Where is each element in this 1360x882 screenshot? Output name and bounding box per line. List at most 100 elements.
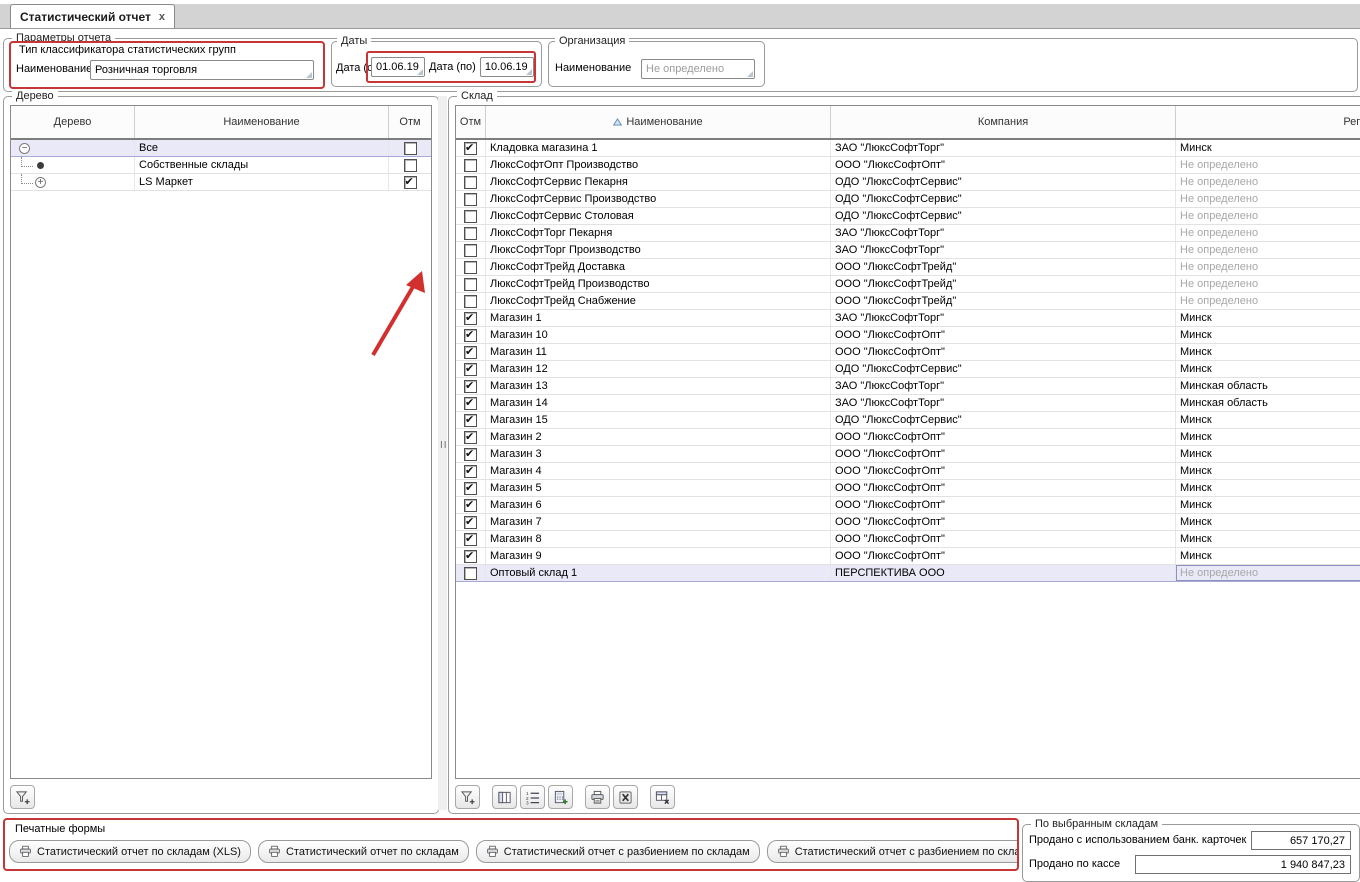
warehouse-name-cell: Магазин 9 bbox=[486, 548, 831, 564]
table-row[interactable]: Магазин 4 ООО "ЛюксСофтОпт" Минск bbox=[456, 463, 1360, 480]
warehouse-checkbox[interactable] bbox=[464, 499, 477, 512]
warehouse-checkbox[interactable] bbox=[464, 431, 477, 444]
warehouse-mark-cell bbox=[456, 242, 486, 258]
classifier-name-input[interactable] bbox=[90, 60, 314, 80]
tree-column-header-tree[interactable]: Дерево bbox=[11, 106, 135, 138]
tree-checkbox[interactable] bbox=[404, 159, 417, 172]
table-row[interactable]: ЛюксСофтСервис Столовая ОДО "ЛюксСофтСер… bbox=[456, 208, 1360, 225]
filter-add-icon[interactable] bbox=[455, 785, 480, 809]
warehouse-checkbox[interactable] bbox=[464, 380, 477, 393]
warehouse-checkbox[interactable] bbox=[464, 295, 477, 308]
calculator-add-icon[interactable] bbox=[548, 785, 573, 809]
panel-splitter[interactable]: II bbox=[438, 96, 447, 810]
table-row[interactable]: ЛюксСофтТрейд Производство ООО "ЛюксСофт… bbox=[456, 276, 1360, 293]
warehouse-region-cell: Минск bbox=[1176, 344, 1360, 360]
print-report-button[interactable]: Статистический отчет с разбиением по скл… bbox=[476, 840, 760, 863]
splitter-handle-icon[interactable]: II bbox=[440, 440, 448, 451]
tree-column-header-mark[interactable]: Отм bbox=[389, 106, 431, 138]
print-forms-buttons: Статистический отчет по складам (XLS) Ст… bbox=[9, 840, 1019, 863]
warehouse-checkbox[interactable] bbox=[464, 516, 477, 529]
warehouse-checkbox[interactable] bbox=[464, 329, 477, 342]
warehouse-column-header-mark[interactable]: Отм bbox=[456, 106, 486, 138]
warehouse-region-cell: Минск bbox=[1176, 310, 1360, 326]
table-row[interactable]: ЛюксСофтТрейд Снабжение ООО "ЛюксСофтТре… bbox=[456, 293, 1360, 310]
warehouse-column-header-name[interactable]: Наименование bbox=[486, 106, 831, 138]
bank-cards-sold-value[interactable] bbox=[1251, 831, 1351, 850]
warehouse-column-header-company[interactable]: Компания bbox=[831, 106, 1176, 138]
tree-row[interactable]: Собственные склады bbox=[11, 157, 431, 174]
warehouse-checkbox[interactable] bbox=[464, 142, 477, 155]
print-report-button[interactable]: Статистический отчет по складам bbox=[258, 840, 469, 863]
warehouse-checkbox[interactable] bbox=[464, 482, 477, 495]
warehouse-checkbox[interactable] bbox=[464, 193, 477, 206]
tab-statistical-report[interactable]: Статистический отчет x bbox=[10, 4, 175, 28]
table-row[interactable]: Магазин 10 ООО "ЛюксСофтОпт" Минск bbox=[456, 327, 1360, 344]
warehouse-checkbox[interactable] bbox=[464, 159, 477, 172]
table-row[interactable]: Магазин 2 ООО "ЛюксСофтОпт" Минск bbox=[456, 429, 1360, 446]
excel-export-icon[interactable] bbox=[613, 785, 638, 809]
warehouse-checkbox[interactable] bbox=[464, 363, 477, 376]
warehouse-checkbox[interactable] bbox=[464, 261, 477, 274]
table-row[interactable]: Кладовка магазина 1 ЗАО "ЛюксСофтТорг" М… bbox=[456, 140, 1360, 157]
print-report-button[interactable]: Статистический отчет с разбиением по скл… bbox=[767, 840, 1019, 863]
warehouse-checkbox[interactable] bbox=[464, 244, 477, 257]
table-row[interactable]: Магазин 12 ОДО "ЛюксСофтСервис" Минск bbox=[456, 361, 1360, 378]
warehouse-checkbox[interactable] bbox=[464, 448, 477, 461]
filter-add-icon[interactable] bbox=[10, 785, 35, 809]
tree-node-icon[interactable] bbox=[37, 162, 44, 169]
print-report-button[interactable]: Статистический отчет по складам (XLS) bbox=[9, 840, 251, 863]
tree-column-header-name[interactable]: Наименование bbox=[135, 106, 389, 138]
table-row[interactable]: Магазин 11 ООО "ЛюксСофтОпт" Минск bbox=[456, 344, 1360, 361]
date-to-input[interactable] bbox=[480, 57, 534, 77]
warehouse-column-header-region[interactable]: Регион bbox=[1176, 106, 1360, 138]
table-row[interactable]: ЛюксСофтСервис Производство ОДО "ЛюксСоф… bbox=[456, 191, 1360, 208]
tree-checkbox[interactable] bbox=[404, 142, 417, 155]
warehouse-checkbox[interactable] bbox=[464, 397, 477, 410]
warehouse-checkbox[interactable] bbox=[464, 227, 477, 240]
tree-row[interactable]: Все bbox=[11, 140, 431, 157]
cash-sold-value[interactable] bbox=[1135, 855, 1351, 874]
warehouse-checkbox[interactable] bbox=[464, 278, 477, 291]
table-row[interactable]: ЛюксСофтОпт Производство ООО "ЛюксСофтОп… bbox=[456, 157, 1360, 174]
column-chooser-icon[interactable] bbox=[492, 785, 517, 809]
warehouse-checkbox[interactable] bbox=[464, 465, 477, 478]
warehouse-checkbox[interactable] bbox=[464, 346, 477, 359]
table-row[interactable]: Магазин 5 ООО "ЛюксСофтОпт" Минск bbox=[456, 480, 1360, 497]
organization-name-input[interactable] bbox=[641, 59, 755, 79]
printer-icon[interactable] bbox=[585, 785, 610, 809]
warehouse-company-cell: ООО "ЛюксСофтОпт" bbox=[831, 463, 1176, 479]
warehouse-mark-cell bbox=[456, 378, 486, 394]
tree-checkbox[interactable] bbox=[404, 176, 417, 189]
warehouse-checkbox[interactable] bbox=[464, 176, 477, 189]
table-row[interactable]: Магазин 15 ОДО "ЛюксСофтСервис" Минск bbox=[456, 412, 1360, 429]
tree-node-icon[interactable] bbox=[19, 143, 30, 154]
table-row[interactable]: Магазин 8 ООО "ЛюксСофтОпт" Минск bbox=[456, 531, 1360, 548]
table-row[interactable]: Магазин 14 ЗАО "ЛюксСофтТорг" Минская об… bbox=[456, 395, 1360, 412]
table-layout-icon[interactable] bbox=[650, 785, 675, 809]
tree-row[interactable]: LS Маркет bbox=[11, 174, 431, 191]
tree-mark-cell bbox=[389, 174, 431, 190]
table-row[interactable]: ЛюксСофтСервис Пекарня ОДО "ЛюксСофтСерв… bbox=[456, 174, 1360, 191]
table-row[interactable]: Магазин 7 ООО "ЛюксСофтОпт" Минск bbox=[456, 514, 1360, 531]
warehouse-toolbar: 123 bbox=[455, 785, 675, 809]
warehouse-checkbox[interactable] bbox=[464, 414, 477, 427]
table-row[interactable]: Магазин 13 ЗАО "ЛюксСофтТорг" Минская об… bbox=[456, 378, 1360, 395]
warehouse-name-cell: Оптовый склад 1 bbox=[486, 565, 831, 581]
warehouse-checkbox[interactable] bbox=[464, 210, 477, 223]
table-row[interactable]: ЛюксСофтТорг Производство ЗАО "ЛюксСофтТ… bbox=[456, 242, 1360, 259]
tree-node-icon[interactable] bbox=[35, 177, 46, 188]
table-row[interactable]: ЛюксСофтТорг Пекарня ЗАО "ЛюксСофтТорг" … bbox=[456, 225, 1360, 242]
numbered-list-icon[interactable]: 123 bbox=[520, 785, 545, 809]
table-row[interactable]: Магазин 1 ЗАО "ЛюксСофтТорг" Минск bbox=[456, 310, 1360, 327]
table-row[interactable]: ЛюксСофтТрейд Доставка ООО "ЛюксСофтТрей… bbox=[456, 259, 1360, 276]
table-row[interactable]: Магазин 6 ООО "ЛюксСофтОпт" Минск bbox=[456, 497, 1360, 514]
warehouse-checkbox[interactable] bbox=[464, 567, 477, 580]
warehouse-checkbox[interactable] bbox=[464, 312, 477, 325]
table-row[interactable]: Магазин 3 ООО "ЛюксСофтОпт" Минск bbox=[456, 446, 1360, 463]
warehouse-checkbox[interactable] bbox=[464, 550, 477, 563]
tab-close-icon[interactable]: x bbox=[159, 11, 165, 23]
table-row[interactable]: Оптовый склад 1 ПЕРСПЕКТИВА ООО Не опред… bbox=[456, 565, 1360, 582]
warehouse-checkbox[interactable] bbox=[464, 533, 477, 546]
date-from-input[interactable] bbox=[371, 57, 425, 77]
table-row[interactable]: Магазин 9 ООО "ЛюксСофтОпт" Минск bbox=[456, 548, 1360, 565]
